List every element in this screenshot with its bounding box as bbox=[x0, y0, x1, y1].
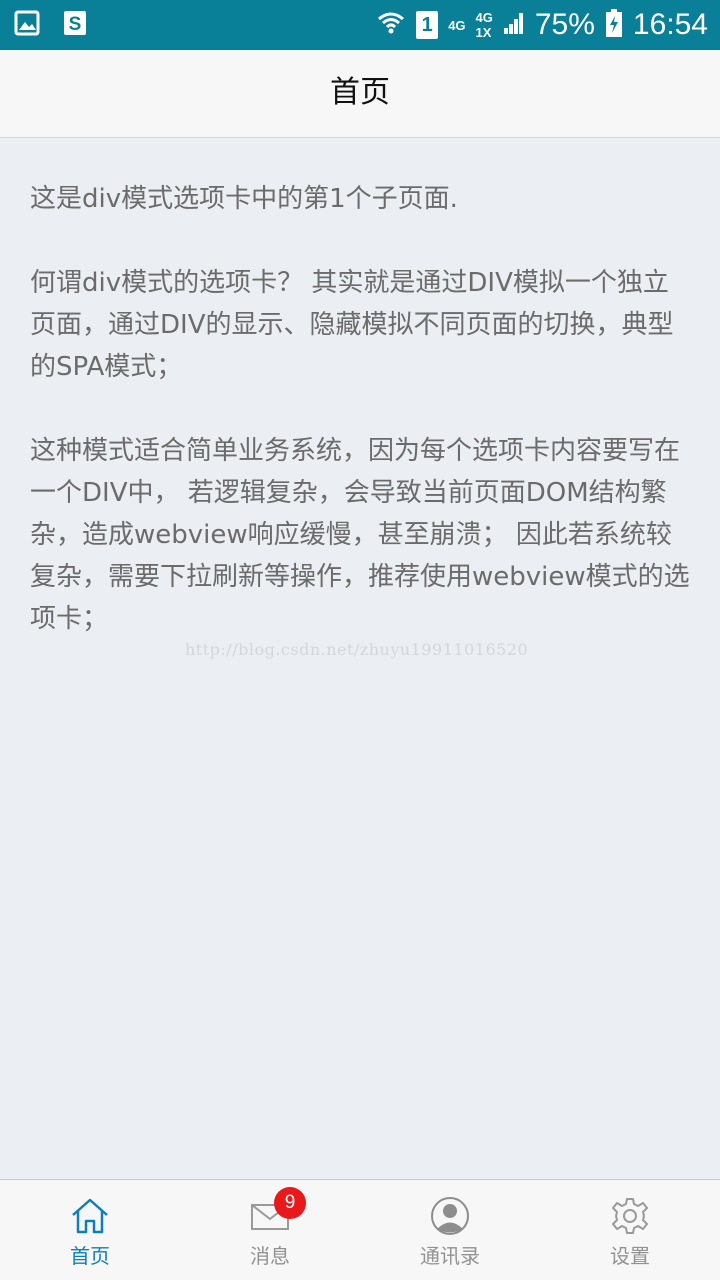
wifi-icon bbox=[376, 8, 406, 42]
watermark: http://blog.csdn.net/zhuyu19911016520 bbox=[185, 640, 529, 659]
tab-settings[interactable]: 设置 bbox=[540, 1180, 720, 1280]
s-app-icon: S bbox=[62, 9, 88, 41]
page-title: 首页 bbox=[330, 75, 390, 110]
status-bar: S 1 4G 4G 1X 75% 16:54 bbox=[0, 0, 720, 50]
tab-label: 首页 bbox=[70, 1244, 110, 1268]
network-type-stack: 4G 1X bbox=[476, 11, 493, 39]
network-label: 1X bbox=[475, 25, 492, 40]
gear-icon bbox=[610, 1196, 650, 1236]
tab-label: 通讯录 bbox=[420, 1244, 480, 1268]
signal-icon bbox=[503, 10, 525, 40]
content-paragraph: 何谓div模式的选项卡？ 其实就是通过DIV模拟一个独立页面，通过DIV的显示、… bbox=[30, 268, 674, 382]
content-paragraph: 这种模式适合简单业务系统，因为每个选项卡内容要写在一个DIV中， 若逻辑复杂，会… bbox=[30, 436, 690, 634]
header-bar: 首页 bbox=[0, 50, 720, 138]
battery-charging-icon bbox=[605, 8, 623, 42]
network-label: 4G bbox=[475, 10, 493, 25]
tab-home[interactable]: 首页 bbox=[0, 1180, 180, 1280]
sim-label: 1 bbox=[421, 14, 433, 36]
unread-badge: 9 bbox=[274, 1187, 306, 1219]
tab-contacts[interactable]: 通讯录 bbox=[360, 1180, 540, 1280]
gallery-icon bbox=[14, 10, 40, 40]
battery-percent: 75% bbox=[534, 8, 595, 41]
home-icon bbox=[70, 1196, 110, 1236]
content-area: 这是div模式选项卡中的第1个子页面. 何谓div模式的选项卡？ 其实就是通过D… bbox=[30, 178, 692, 682]
content-paragraph: 这是div模式选项卡中的第1个子页面. bbox=[30, 184, 458, 214]
tab-label: 消息 bbox=[250, 1244, 290, 1268]
network-type: 4G bbox=[448, 19, 465, 32]
svg-text:S: S bbox=[69, 14, 82, 35]
tab-messages[interactable]: 9 消息 bbox=[180, 1180, 360, 1280]
bottom-tab-bar: 首页 9 消息 通讯录 设置 bbox=[0, 1179, 720, 1280]
contact-icon bbox=[430, 1196, 470, 1236]
sim-icon: 1 bbox=[416, 11, 439, 39]
clock: 16:54 bbox=[632, 8, 708, 41]
network-label: 4G bbox=[448, 17, 466, 33]
tab-label: 设置 bbox=[610, 1244, 650, 1268]
